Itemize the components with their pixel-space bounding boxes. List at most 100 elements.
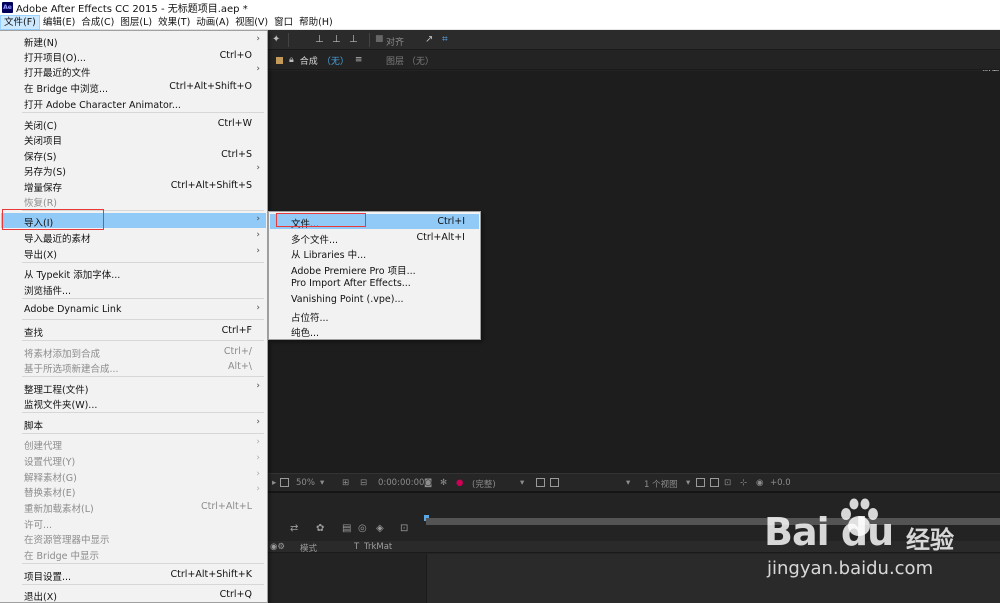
menu-item-project-settings[interactable]: 项目设置... Ctrl+Alt+Shift+K [1,567,266,583]
fast-previews-icon[interactable] [536,478,545,487]
reset-exposure-icon[interactable]: ◉ [756,478,763,488]
frame-blending-icon[interactable]: ▤ [342,523,351,534]
graph-editor-icon[interactable]: ◈ [376,523,384,534]
menu-item-open-project[interactable]: 打开项目(O)... Ctrl+O [1,48,266,64]
menu-item-character-animator[interactable]: 打开 Adobe Character Animator... [1,95,266,111]
menu-separator [22,319,264,320]
menu-item-label: 退出(X) [24,592,57,603]
menu-item-save-as[interactable]: 另存为(S) › [1,162,266,178]
toggle-transparency-icon[interactable] [550,478,559,487]
snapshot-icon[interactable]: ◙ [424,478,432,488]
snap-grid-icon[interactable]: ⌗ [442,34,448,45]
menu-item-new[interactable]: 新建(N) › [1,33,266,49]
menu-item-dependencies[interactable]: 整理工程(文件) › [1,380,266,396]
submenu-item-pro-import[interactable]: Pro Import After Effects... [270,276,479,291]
snapping-label[interactable]: 对齐 [386,35,404,48]
menu-item-new-comp-from-selection: 基于所选项新建合成... Alt+\ [1,359,266,375]
watermark-url: jingyan.baidu.com [767,558,934,579]
panel-menu-icon[interactable]: ≡ [355,55,363,65]
current-time-display[interactable]: 0:00:00:00 [378,478,424,488]
menu-item-label: 基于所选项新建合成... [24,364,119,375]
menu-item-save[interactable]: 保存(S) Ctrl+S [1,147,266,163]
menu-item-find[interactable]: 查找 Ctrl+F [1,323,266,339]
resolution-chevron-icon[interactable]: ▾ [520,478,524,488]
menu-edit[interactable]: 编辑(E) [40,15,78,30]
comp-flowchart-icon[interactable]: ⊡ [400,523,408,534]
pin-tool-icon[interactable]: ✦ [272,34,280,45]
axis-local-icon[interactable]: ⊥ [315,34,324,45]
tab-layer[interactable]: 图层 （无） [386,54,434,67]
menu-item-label: 导出(X) [24,250,57,261]
flowchart-icon[interactable]: ⊹ [740,478,747,488]
menu-composition[interactable]: 合成(C) [78,15,117,30]
menu-view[interactable]: 视图(V) [232,15,271,30]
view-layout-dropdown[interactable]: 1 个视图 [644,478,678,490]
menu-item-scripts[interactable]: 脚本 › [1,416,266,432]
submenu-item-vanishing-point[interactable]: Vanishing Point (.vpe)... [270,292,479,307]
menu-item-increment-save[interactable]: 增量保存 Ctrl+Alt+Shift+S [1,178,266,194]
snap-checkbox-icon[interactable]: ■ [375,34,384,44]
shy-layers-icon[interactable]: ✿ [316,523,324,534]
frame-icon[interactable] [280,478,289,487]
title-bar: Ae Adobe After Effects CC 2015 - 无标题项目.a… [0,0,1000,15]
region-of-interest-icon[interactable]: ⊞ [342,478,349,488]
menu-item-reload-footage: 重新加载素材(L) Ctrl+Alt+L [1,499,266,515]
menu-item-dynamic-link[interactable]: Adobe Dynamic Link › [1,302,266,317]
draft-3d-icon[interactable]: ⇄ [290,523,298,534]
menu-item-close-project[interactable]: 关闭项目 [1,131,266,147]
show-snapshot-icon[interactable]: ✻ [440,478,447,488]
timeline-icon[interactable]: ⊡ [724,478,731,488]
zoom-dropdown[interactable]: 50% [296,478,315,488]
submenu-arrow-icon: › [256,303,260,313]
zoom-chevron-icon[interactable]: ▾ [320,478,324,488]
submenu-item-from-libraries[interactable]: 从 Libraries 中... [270,245,479,261]
resolution-dropdown[interactable]: (完整) [472,478,496,490]
snap-feather-icon[interactable]: ↗ [425,34,433,45]
submenu-arrow-icon: › [256,484,260,494]
menu-item-label: 在 Bridge 中显示 [24,551,100,562]
transparency-grid-icon[interactable]: ⊟ [360,478,367,488]
motion-blur-icon[interactable]: ◎ [358,523,367,534]
menu-item-typekit-fonts[interactable]: 从 Typekit 添加字体... [1,265,266,281]
menu-item-label: 浏览插件... [24,286,72,297]
menu-item-export[interactable]: 导出(X) › [1,245,266,261]
menu-item-label: Vanishing Point (.vpe)... [291,294,404,305]
camera-chevron-icon[interactable]: ▾ [626,478,630,488]
lock-column-icon[interactable]: ◉⚙ [270,542,285,552]
render-icon[interactable] [710,478,719,487]
menu-effect[interactable]: 效果(T) [155,15,193,30]
submenu-item-placeholder[interactable]: 占位符... [270,308,479,324]
lock-icon[interactable]: 🔒︎ [289,55,294,65]
axis-view-icon[interactable]: ⊥ [349,34,358,45]
channel-icon[interactable]: ● [456,478,463,488]
toggle-pixel-aspect-icon[interactable] [696,478,705,487]
submenu-arrow-icon: › [256,230,260,240]
submenu-arrow-icon: › [256,214,260,224]
submenu-item-multiple-files[interactable]: 多个文件... Ctrl+Alt+I [270,230,479,246]
menu-item-browse-bridge[interactable]: 在 Bridge 中浏览... Ctrl+Alt+Shift+O [1,79,266,95]
menu-help[interactable]: 帮助(H) [296,15,336,30]
exposure-value[interactable]: +0.0 [770,478,791,488]
submenu-item-solid[interactable]: 纯色... [270,323,479,339]
menu-file[interactable]: 文件(F) [0,14,40,30]
menu-item-label: 恢复(R) [24,198,58,209]
menu-item-label: Pro Import After Effects... [291,278,411,289]
axis-world-icon[interactable]: ⊥ [332,34,341,45]
tab-composition[interactable]: 🔒︎ 合成 （无） ≡ [276,50,362,70]
menu-separator [22,563,264,564]
menu-item-close[interactable]: 关闭(C) Ctrl+W [1,116,266,132]
menu-window[interactable]: 窗口 [271,15,296,30]
menu-item-browse-plugins[interactable]: 浏览插件... [1,281,266,297]
menu-layer[interactable]: 图层(L) [117,15,155,30]
menu-item-license: 许可... [1,515,266,531]
magnification-icon[interactable]: ▸ [272,478,276,488]
menu-item-shortcut: Ctrl+I [437,216,465,227]
menu-item-open-recent[interactable]: 打开最近的文件 › [1,63,266,79]
view-layout-chevron-icon[interactable]: ▾ [686,478,690,488]
menu-item-watch-folder[interactable]: 监视文件夹(W)... [1,395,266,411]
menu-item-import-recent[interactable]: 导入最近的素材 › [1,229,266,245]
submenu-item-premiere-project[interactable]: Adobe Premiere Pro 项目... [270,261,479,277]
menu-animation[interactable]: 动画(A) [193,15,232,30]
menu-item-replace-footage: 替换素材(E) › [1,483,266,499]
menu-item-exit[interactable]: 退出(X) Ctrl+Q [1,587,266,603]
